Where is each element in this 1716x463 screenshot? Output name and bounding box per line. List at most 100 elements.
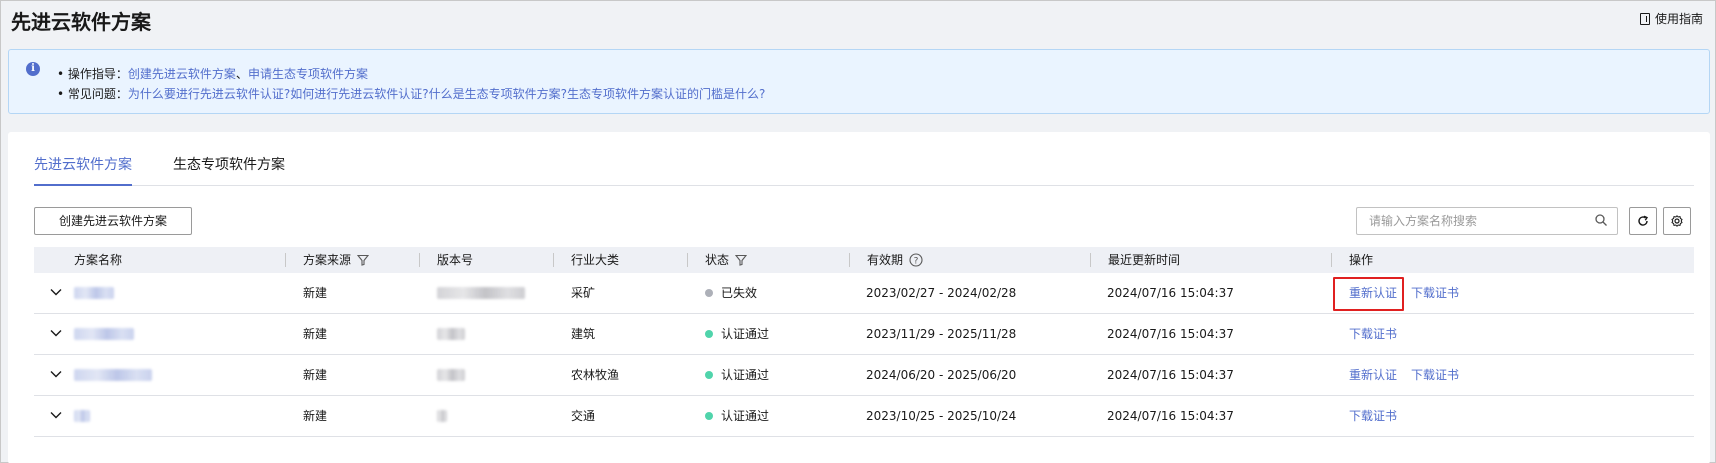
tab-advanced-cloud[interactable]: 先进云软件方案 bbox=[34, 154, 132, 186]
col-divider bbox=[849, 253, 850, 267]
cell-source: 新建 bbox=[303, 368, 328, 382]
col-label: 最近更新时间 bbox=[1108, 253, 1181, 267]
col-label: 操作 bbox=[1349, 253, 1374, 267]
col-header-validity: 有效期 ? bbox=[867, 247, 923, 273]
cell-industry: 农林牧渔 bbox=[571, 368, 620, 382]
recertify-link[interactable]: 重新认证 bbox=[1349, 355, 1397, 395]
faq-line: • 常见问题：为什么要进行先进云软件认证?如何进行先进云软件认证?什么是生态专项… bbox=[57, 85, 765, 102]
cell-industry: 采矿 bbox=[571, 286, 596, 300]
cell-validity: 2023/10/25 - 2025/10/24 bbox=[866, 409, 1017, 423]
status-dot bbox=[705, 289, 713, 297]
cell-status: 认证通过 bbox=[705, 396, 769, 436]
chevron-down-icon[interactable] bbox=[50, 370, 62, 378]
help-icon[interactable]: ? bbox=[909, 253, 923, 267]
faq-link-threshold[interactable]: 生态专项软件方案认证的门槛是什么? bbox=[567, 87, 765, 101]
cell-updated: 2024/07/16 15:04:37 bbox=[1107, 368, 1234, 382]
cell-updated: 2024/07/16 15:04:37 bbox=[1107, 409, 1234, 423]
refresh-button[interactable] bbox=[1629, 207, 1657, 235]
user-guide-label: 使用指南 bbox=[1654, 12, 1703, 26]
col-header-industry: 行业大类 bbox=[571, 247, 619, 273]
chevron-down-icon[interactable] bbox=[50, 411, 62, 419]
col-header-status: 状态 bbox=[705, 247, 748, 273]
download-certificate-link[interactable]: 下载证书 bbox=[1349, 314, 1397, 354]
chevron-down-icon[interactable] bbox=[50, 329, 62, 337]
col-divider bbox=[687, 253, 688, 267]
status-text: 认证通过 bbox=[721, 368, 770, 382]
gear-icon bbox=[1671, 215, 1683, 227]
status-dot bbox=[705, 412, 713, 420]
cell-source: 新建 bbox=[303, 327, 328, 341]
cell-validity: 2023/11/29 - 2025/11/28 bbox=[866, 327, 1017, 341]
filter-icon[interactable] bbox=[735, 254, 748, 266]
cell-validity: 2023/02/27 - 2024/02/28 bbox=[866, 286, 1017, 300]
download-certificate-link[interactable]: 下载证书 bbox=[1411, 355, 1459, 395]
redacted-version bbox=[437, 410, 447, 422]
redacted-solution-name[interactable] bbox=[74, 328, 134, 340]
tab-eco-special[interactable]: 生态专项软件方案 bbox=[173, 154, 285, 186]
create-solution-link[interactable]: 创建先进云软件方案 bbox=[128, 67, 236, 81]
search-icon[interactable] bbox=[1595, 214, 1607, 226]
redacted-version bbox=[437, 369, 465, 381]
col-label: 方案名称 bbox=[74, 253, 123, 267]
redacted-solution-name[interactable] bbox=[74, 369, 152, 381]
refresh-icon bbox=[1638, 215, 1649, 226]
filter-icon[interactable] bbox=[357, 254, 370, 266]
col-divider bbox=[419, 253, 420, 267]
col-label: 方案来源 bbox=[303, 253, 352, 267]
col-divider bbox=[1090, 253, 1091, 267]
solution-card: 先进云软件方案 生态专项软件方案 创建先进云软件方案 方 bbox=[8, 132, 1710, 463]
cell-industry: 交通 bbox=[571, 409, 596, 423]
cell-validity: 2024/06/20 - 2025/06/20 bbox=[866, 368, 1017, 382]
col-label: 状态 bbox=[705, 253, 730, 267]
app-window: 先进云软件方案 使用指南 i • 操作指导：创建先进云软件方案、申请生态专项软件… bbox=[0, 0, 1716, 463]
user-guide-link[interactable]: 使用指南 bbox=[1639, 10, 1703, 27]
table-row: 新建 采矿 已失效 2023/02/27 - 2024/02/28 2024/0… bbox=[34, 273, 1694, 314]
status-dot bbox=[705, 330, 713, 338]
search-input[interactable] bbox=[1357, 208, 1587, 234]
redacted-version bbox=[437, 287, 525, 299]
cell-source: 新建 bbox=[303, 409, 328, 423]
svg-text:?: ? bbox=[914, 256, 919, 266]
chevron-down-icon[interactable] bbox=[50, 288, 62, 296]
create-solution-button[interactable]: 创建先进云软件方案 bbox=[34, 207, 192, 235]
cell-source: 新建 bbox=[303, 286, 328, 300]
faq-link-what-eco[interactable]: 什么是生态专项软件方案? bbox=[429, 87, 567, 101]
cell-status: 认证通过 bbox=[705, 355, 769, 395]
faq-link-how[interactable]: 如何进行先进云软件认证? bbox=[290, 87, 428, 101]
download-certificate-link[interactable]: 下载证书 bbox=[1411, 273, 1459, 313]
table-row: 新建 交通 认证通过 2023/10/25 - 2025/10/24 2024/… bbox=[34, 396, 1694, 437]
col-header-actions: 操作 bbox=[1349, 247, 1373, 273]
col-label: 有效期 bbox=[867, 253, 904, 267]
cell-status: 已失效 bbox=[705, 273, 757, 313]
link-separator: 、 bbox=[235, 67, 248, 81]
col-divider bbox=[553, 253, 554, 267]
col-header-version: 版本号 bbox=[437, 247, 473, 273]
col-header-name: 方案名称 bbox=[74, 247, 122, 273]
status-text: 已失效 bbox=[721, 286, 758, 300]
table-row: 新建 农林牧渔 认证通过 2024/06/20 - 2025/06/20 202… bbox=[34, 355, 1694, 396]
page-title: 先进云软件方案 bbox=[11, 10, 151, 34]
redacted-solution-name[interactable] bbox=[74, 287, 114, 299]
status-text: 认证通过 bbox=[721, 327, 770, 341]
apply-eco-solution-link[interactable]: 申请生态专项软件方案 bbox=[248, 67, 368, 81]
cell-updated: 2024/07/16 15:04:37 bbox=[1107, 286, 1234, 300]
solution-table: 方案名称 方案来源 版本号 行业大类 状态 有效期 ? 最近更新时间 操作 新建… bbox=[34, 247, 1694, 437]
col-header-updated: 最近更新时间 bbox=[1108, 247, 1180, 273]
tab-bar: 先进云软件方案 生态专项软件方案 bbox=[34, 154, 1694, 186]
guide-prefix: • 操作指导： bbox=[57, 67, 128, 81]
redacted-solution-name[interactable] bbox=[74, 410, 90, 422]
status-text: 认证通过 bbox=[721, 409, 770, 423]
col-divider bbox=[285, 253, 286, 267]
cell-updated: 2024/07/16 15:04:37 bbox=[1107, 327, 1234, 341]
redacted-version bbox=[437, 328, 465, 340]
table-row: 新建 建筑 认证通过 2023/11/29 - 2025/11/28 2024/… bbox=[34, 314, 1694, 355]
guide-line: • 操作指导：创建先进云软件方案、申请生态专项软件方案 bbox=[57, 65, 368, 82]
recertify-link[interactable]: 重新认证 bbox=[1349, 273, 1397, 313]
col-label: 版本号 bbox=[437, 253, 474, 267]
faq-prefix: • 常见问题： bbox=[57, 87, 128, 101]
faq-link-why[interactable]: 为什么要进行先进云软件认证? bbox=[128, 87, 290, 101]
info-icon: i bbox=[26, 62, 40, 76]
cell-status: 认证通过 bbox=[705, 314, 769, 354]
settings-button[interactable] bbox=[1663, 207, 1691, 235]
download-certificate-link[interactable]: 下载证书 bbox=[1349, 396, 1397, 436]
